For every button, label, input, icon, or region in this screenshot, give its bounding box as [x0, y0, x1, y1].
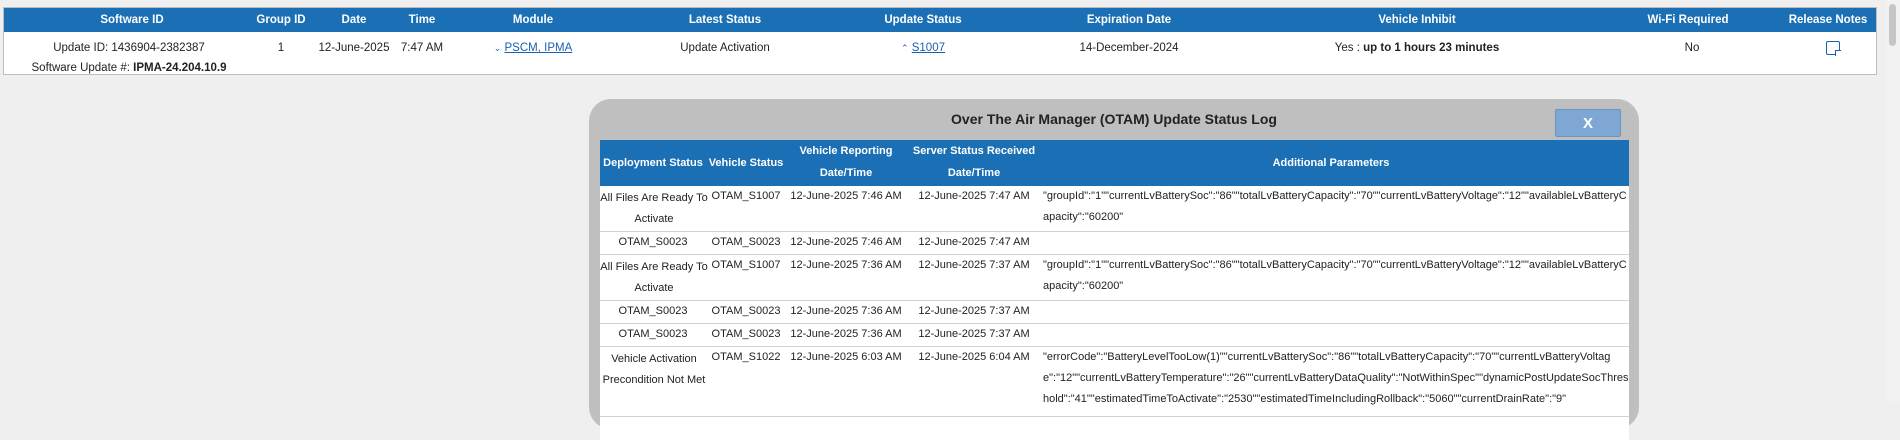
vehicle-status: OTAM_S0023 [711, 328, 781, 340]
header-expiration-date[interactable]: Expiration Date [1087, 14, 1171, 26]
chevron-up-icon: ⌃ [900, 43, 909, 53]
vehicle-reporting-datetime: 12-June-2025 7:36 AM [790, 305, 902, 317]
header-group-id[interactable]: Group ID [256, 14, 305, 26]
table-row: Update ID: 1436904-2382387 Software Upda… [4, 32, 1876, 76]
header-update-status[interactable]: Update Status [884, 14, 961, 26]
vehicle-inhibit-value: Yes : up to 1 hours 23 minutes [1335, 42, 1499, 54]
server-received-datetime: 12-June-2025 7:37 AM [918, 305, 1030, 317]
software-update-number: Software Update #: IPMA-24.204.10.9 [32, 62, 227, 74]
header-server-status-received: Server Status Received [912, 145, 1036, 157]
release-notes-icon[interactable] [1826, 41, 1841, 56]
server-received-datetime: 12-June-2025 7:37 AM [918, 259, 1030, 271]
otam-status-log-modal: Over The Air Manager (OTAM) Update Statu… [589, 99, 1639, 440]
deployment-status: OTAM_S0023 [618, 305, 688, 317]
log-row: All Files Are Ready To Activate OTAM_S10… [600, 186, 1629, 232]
vehicle-reporting-datetime: 12-June-2025 7:36 AM [790, 259, 902, 271]
additional-parameters [1043, 232, 1629, 254]
latest-status-value: Update Activation [680, 42, 770, 54]
header-server-status-datetime: Date/Time [947, 167, 1001, 179]
deployment-status: OTAM_S0023 [618, 328, 688, 340]
software-update-value: IPMA-24.204.10.9 [133, 62, 227, 74]
additional-parameters [1043, 324, 1629, 346]
deployment-status: All Files Are Ready To Activate [600, 261, 708, 294]
header-deployment-status: Deployment Status [603, 157, 703, 169]
date-value: 12-June-2025 [318, 42, 390, 54]
additional-parameters: "groupId":"1""currentLvBatterySoc":"86""… [1043, 259, 1627, 292]
deployment-status: All Files Are Ready To Activate [600, 192, 708, 225]
header-module[interactable]: Module [513, 14, 553, 26]
module-link[interactable]: PSCM, IPMA [505, 42, 573, 54]
module-toggle[interactable]: ⌄ PSCM, IPMA [494, 42, 572, 54]
header-latest-status[interactable]: Latest Status [689, 14, 761, 26]
additional-parameters: "groupId":"1""currentLvBatterySoc":"86""… [1043, 190, 1627, 223]
log-row: Vehicle Activation Precondition Not Met … [600, 347, 1629, 417]
group-id-value: 1 [277, 42, 285, 54]
software-update-label: Software Update #: [31, 62, 130, 74]
additional-parameters: "errorCode":"BatteryLevelTooLow(1)""curr… [1043, 351, 1629, 405]
header-time[interactable]: Time [409, 14, 436, 26]
additional-parameters [1043, 301, 1629, 323]
vehicle-status: OTAM_S0023 [711, 236, 781, 248]
server-received-datetime: 12-June-2025 7:47 AM [918, 236, 1030, 248]
vehicle-reporting-datetime: 12-June-2025 7:36 AM [790, 328, 902, 340]
header-software-id[interactable]: Software ID [100, 14, 163, 26]
header-wifi-required[interactable]: Wi-Fi Required [1647, 14, 1728, 26]
deployment-status: OTAM_S0023 [618, 236, 688, 248]
server-received-datetime: 12-June-2025 6:04 AM [918, 351, 1030, 363]
expiration-date-value: 14-December-2024 [1079, 42, 1179, 54]
header-release-notes[interactable]: Release Notes [1789, 14, 1868, 26]
table-header: Software ID Group ID Date Time Module La… [4, 8, 1876, 32]
vehicle-reporting-datetime: 12-June-2025 7:46 AM [790, 236, 902, 248]
log-row: OTAM_S0023 OTAM_S0023 12-June-2025 7:46 … [600, 232, 1629, 255]
log-row: OTAM_S0023 OTAM_S0023 12-June-2025 7:36 … [600, 324, 1629, 347]
vehicle-reporting-datetime: 12-June-2025 6:03 AM [790, 351, 902, 363]
software-update-table: Software ID Group ID Date Time Module La… [3, 7, 1877, 75]
header-vehicle-status: Vehicle Status [708, 157, 784, 169]
server-received-datetime: 12-June-2025 7:37 AM [918, 328, 1030, 340]
log-row: OTAM_S0023 OTAM_S0023 12-June-2025 7:36 … [600, 301, 1629, 324]
modal-title: Over The Air Manager (OTAM) Update Statu… [951, 111, 1277, 127]
wifi-required-value: No [1684, 42, 1700, 54]
server-received-datetime: 12-June-2025 7:47 AM [918, 190, 1030, 202]
vehicle-inhibit-label: Yes : [1334, 42, 1360, 54]
vehicle-status: OTAM_S0023 [711, 305, 781, 317]
update-id: Update ID: 1436904-2382387 [53, 42, 205, 54]
header-vehicle-reporting-datetime: Date/Time [819, 167, 873, 179]
vehicle-status: OTAM_S1007 [711, 190, 781, 202]
vehicle-status: OTAM_S1022 [711, 351, 781, 363]
log-table-header: Deployment Status Vehicle Status Vehicle… [600, 140, 1629, 186]
deployment-status: Vehicle Activation Precondition Not Met [602, 353, 706, 386]
vehicle-reporting-datetime: 12-June-2025 7:46 AM [790, 190, 902, 202]
close-button[interactable]: X [1555, 109, 1621, 137]
header-additional-parameters: Additional Parameters [1272, 157, 1390, 169]
time-value: 7:47 AM [400, 42, 444, 54]
status-log-table: Deployment Status Vehicle Status Vehicle… [600, 140, 1629, 440]
header-date[interactable]: Date [342, 14, 367, 26]
page-scrollbar[interactable] [1886, 0, 1900, 401]
log-row: All Files Are Ready To Activate OTAM_S10… [600, 255, 1629, 301]
vehicle-status: OTAM_S1007 [711, 259, 781, 271]
scrollbar-thumb[interactable] [1889, 4, 1896, 46]
update-status-toggle[interactable]: ⌃ S1007 [901, 42, 945, 54]
vehicle-inhibit-duration: up to 1 hours 23 minutes [1363, 42, 1500, 54]
header-vehicle-inhibit[interactable]: Vehicle Inhibit [1378, 14, 1455, 26]
chevron-down-icon: ⌄ [493, 43, 502, 53]
header-vehicle-reporting: Vehicle Reporting [799, 145, 893, 157]
update-status-link[interactable]: S1007 [912, 42, 945, 54]
